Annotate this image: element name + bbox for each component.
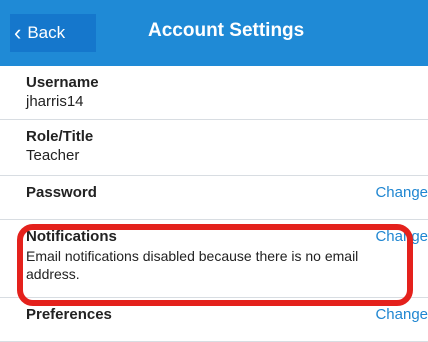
change-notifications-link[interactable]: Change — [375, 228, 428, 245]
change-preferences-link[interactable]: Change — [375, 306, 428, 323]
notifications-row: Notifications Change Email notifications… — [0, 220, 428, 298]
password-label: Password — [26, 184, 97, 201]
settings-list: Username jharris14 Role/Title Teacher Pa… — [0, 66, 428, 342]
back-button[interactable]: ‹ Back — [10, 14, 96, 52]
change-password-link[interactable]: Change — [375, 184, 428, 201]
role-value: Teacher — [26, 147, 80, 164]
role-label: Role/Title — [26, 128, 94, 145]
username-row: Username jharris14 — [0, 66, 428, 120]
preferences-row: Preferences Change — [0, 298, 428, 342]
chevron-left-icon: ‹ — [14, 20, 22, 45]
header-bar: ‹ Back Account Settings — [0, 0, 428, 66]
page-title: Account Settings — [148, 20, 305, 41]
username-label: Username — [26, 74, 99, 91]
notifications-description: Email notifications disabled because the… — [26, 248, 359, 282]
username-value: jharris14 — [26, 93, 84, 110]
password-row: Password Change — [0, 176, 428, 220]
back-label: Back — [27, 23, 66, 42]
preferences-label: Preferences — [26, 306, 112, 323]
notifications-label: Notifications — [26, 228, 117, 245]
role-row: Role/Title Teacher — [0, 120, 428, 176]
